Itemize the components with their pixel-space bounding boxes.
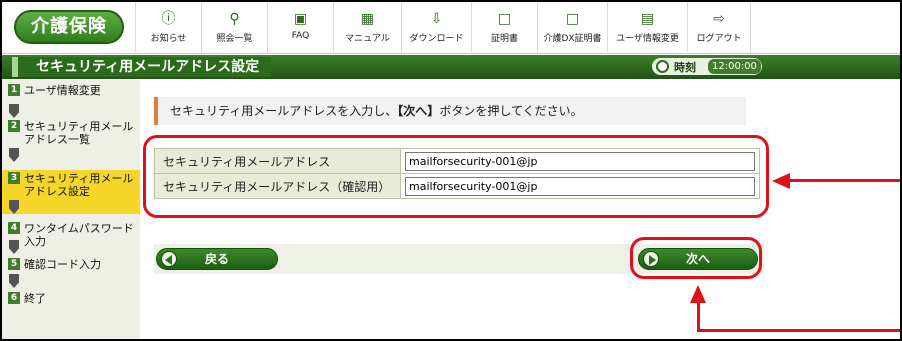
step-5: 5 確認コード入力 <box>2 258 140 278</box>
kaigo-hoken-logo[interactable]: 介護保険 <box>14 10 124 44</box>
step-2-number: 2 <box>8 120 20 132</box>
window-frame: 介護保険 ⓘ お知らせ ⚲ 照会一覧 ▣ FAQ ▦ マニュアル ⇩ ダウンロー… <box>0 0 902 341</box>
back-arrow-icon <box>161 251 177 267</box>
callout-line <box>697 302 700 332</box>
step-3-label: セキュリティ用メールアドレス設定 <box>24 172 134 198</box>
nav-notice-label: お知らせ <box>150 34 187 44</box>
dx-certificate-icon: □ <box>565 11 580 27</box>
step-2: 2 セキュリティ用メールアドレス一覧 <box>2 120 140 164</box>
clock: 時刻 12:00:00 <box>652 58 762 75</box>
nav-certificate[interactable]: □ 証明書 <box>471 2 537 52</box>
instruction-text: セキュリティ用メールアドレスを入力し、【次へ】ボタンを押してください。 <box>154 97 746 125</box>
callout-line <box>789 179 900 182</box>
nav-inquiry-list[interactable]: ⚲ 照会一覧 <box>201 2 267 52</box>
instruction-post: ボタンを押してください。 <box>439 104 583 118</box>
nav-user-info-label: ユーザ情報変更 <box>616 34 679 44</box>
step-6-number: 6 <box>8 292 20 304</box>
certificate-icon: □ <box>497 11 512 27</box>
step-5-number: 5 <box>8 258 20 270</box>
nav-dx-certificate[interactable]: □ 介護DX証明書 <box>537 2 607 52</box>
callout-arrowhead-up <box>690 285 706 303</box>
step-6: 6 終了 <box>2 292 140 312</box>
step-4-number: 4 <box>8 222 20 234</box>
nav-notice[interactable]: ⓘ お知らせ <box>135 2 201 52</box>
nav-manual-label: マニュアル <box>345 34 390 44</box>
step-5-label: 確認コード入力 <box>24 258 101 271</box>
page-title: セキュリティ用メールアドレス設定 <box>12 57 272 77</box>
step-arrow-icon <box>9 274 19 288</box>
user-info-icon: ▤ <box>640 11 655 27</box>
instruction-bold: 【次へ】 <box>397 104 440 118</box>
form-highlight-box <box>143 135 769 218</box>
back-button-label: 戻る <box>204 252 229 266</box>
nav-logout[interactable]: ⇨ ログアウト <box>687 2 751 52</box>
instruction-pre: セキュリティ用メールアドレスを入力し、 <box>170 104 398 118</box>
nav-download-label: ダウンロード <box>409 34 464 44</box>
clock-icon <box>656 60 669 73</box>
step-3-number: 3 <box>8 172 20 184</box>
step-1: 1 ユーザ情報変更 <box>2 84 140 104</box>
step-2-label: セキュリティ用メールアドレス一覧 <box>24 120 134 146</box>
next-highlight-box <box>630 237 762 279</box>
callout-line <box>697 329 900 332</box>
nav-faq[interactable]: ▣ FAQ <box>267 2 333 52</box>
step-3: 3 セキュリティ用メールアドレス設定 <box>2 170 140 214</box>
clock-time: 12:00:00 <box>708 59 761 74</box>
nav-logout-label: ログアウト <box>696 34 742 44</box>
top-navigation: 介護保険 ⓘ お知らせ ⚲ 照会一覧 ▣ FAQ ▦ マニュアル ⇩ ダウンロー… <box>2 2 900 54</box>
step-sidebar: 1 ユーザ情報変更 2 セキュリティ用メールアドレス一覧 3 セキュリティ用メー… <box>2 80 140 339</box>
logout-icon: ⇨ <box>713 11 725 27</box>
step-6-label: 終了 <box>24 292 46 305</box>
step-1-label: ユーザ情報変更 <box>24 84 101 97</box>
download-icon: ⇩ <box>430 11 443 27</box>
step-4-label: ワンタイムパスワード入力 <box>24 222 134 248</box>
notice-icon: ⓘ <box>161 11 176 27</box>
back-button[interactable]: 戻る <box>156 248 278 270</box>
title-bar: セキュリティ用メールアドレス設定 時刻 12:00:00 <box>2 55 900 79</box>
step-arrow-icon <box>9 104 19 118</box>
nav-inquiry-list-label: 照会一覧 <box>216 34 253 44</box>
nav-download[interactable]: ⇩ ダウンロード <box>401 2 471 52</box>
nav-faq-label: FAQ <box>291 31 310 41</box>
callout-arrowhead-left <box>772 173 790 189</box>
nav-user-info[interactable]: ▤ ユーザ情報変更 <box>607 2 687 52</box>
nav-manual[interactable]: ▦ マニュアル <box>333 2 401 52</box>
nav-certificate-label: 証明書 <box>490 34 518 44</box>
step-1-number: 1 <box>8 84 20 96</box>
faq-icon: ▣ <box>293 11 308 27</box>
nav-dx-certificate-label: 介護DX証明書 <box>543 34 602 44</box>
step-4: 4 ワンタイムパスワード入力 <box>2 222 140 252</box>
search-icon: ⚲ <box>229 11 240 27</box>
manual-icon: ▦ <box>360 11 375 27</box>
clock-label: 時刻 <box>674 61 696 74</box>
